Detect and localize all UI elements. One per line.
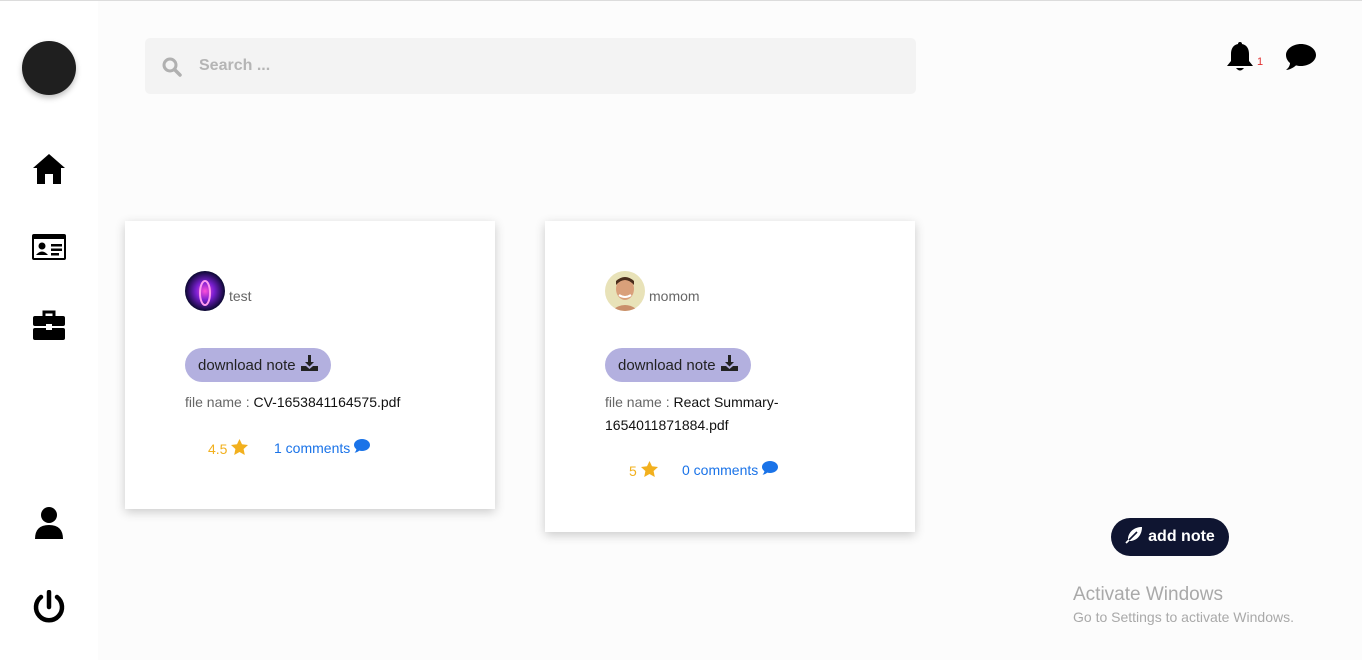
search-bar [145, 38, 916, 94]
search-icon [162, 57, 182, 82]
file-name-label: file name : [605, 394, 674, 410]
download-label: download note [618, 356, 716, 374]
comment-icon [762, 461, 779, 478]
file-name-label: file name : [185, 394, 254, 410]
id-card-icon[interactable] [31, 229, 67, 265]
comments-link[interactable]: 0 comments [682, 461, 779, 478]
download-label: download note [198, 356, 296, 374]
note-author: test [185, 271, 252, 311]
home-icon[interactable] [31, 151, 67, 187]
file-name-value: CV-1653841164575.pdf [253, 394, 401, 410]
note-author: momom [605, 271, 700, 311]
feather-icon [1125, 526, 1143, 549]
briefcase-icon[interactable] [31, 307, 67, 343]
chat-icon[interactable] [1285, 42, 1317, 77]
bell-icon[interactable] [1226, 41, 1254, 78]
comments-count: 0 comments [682, 461, 759, 478]
download-note-button[interactable]: download note [605, 348, 751, 382]
user-avatar [605, 271, 645, 311]
search-input[interactable] [199, 38, 899, 94]
power-icon[interactable] [31, 590, 67, 626]
rating-value: 5 [629, 462, 637, 479]
file-name: file name : React Summary-1654011871884.… [605, 391, 805, 437]
rating: 4.5 [208, 439, 249, 458]
author-name: test [229, 288, 252, 304]
comments-link[interactable]: 1 comments [274, 439, 371, 456]
star-icon [640, 461, 658, 480]
star-icon [231, 439, 249, 458]
user-avatar [185, 271, 225, 311]
download-icon [300, 355, 318, 375]
notification-badge: 1 [1257, 56, 1264, 68]
download-note-button[interactable]: download note [185, 348, 331, 382]
watermark-subtitle: Go to Settings to activate Windows. [1073, 609, 1294, 625]
note-card: test download note file name : CV-165384… [125, 221, 495, 509]
add-note-label: add note [1148, 528, 1215, 545]
profile-avatar[interactable] [22, 41, 76, 95]
activate-windows-watermark: Activate Windows Go to Settings to activ… [1073, 584, 1294, 625]
user-icon[interactable] [31, 505, 67, 541]
rating: 5 [629, 461, 658, 480]
rating-value: 4.5 [208, 440, 228, 457]
download-icon [720, 355, 738, 375]
author-name: momom [649, 288, 700, 304]
note-card: momom download note file name : React Su… [545, 221, 915, 532]
file-name: file name : CV-1653841164575.pdf [185, 391, 415, 414]
sidebar [0, 1, 98, 660]
add-note-button[interactable]: add note [1111, 518, 1229, 556]
watermark-title: Activate Windows [1073, 584, 1223, 605]
comment-icon [354, 439, 371, 456]
comments-count: 1 comments [274, 439, 351, 456]
